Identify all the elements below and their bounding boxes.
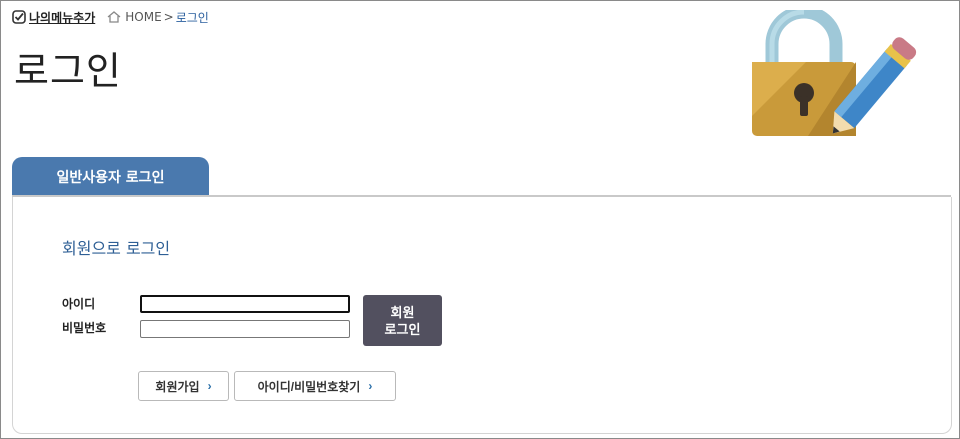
check-icon (12, 10, 26, 24)
home-icon (107, 11, 121, 23)
top-bar: 나의메뉴추가 HOME > 로그인 (12, 8, 209, 26)
tab-general-user-login[interactable]: 일반사용자 로그인 (12, 157, 209, 196)
join-button[interactable]: 회원가입 › (138, 371, 229, 401)
login-button-line1: 회원 (390, 304, 415, 320)
login-section-title: 회원으로 로그인 (62, 239, 171, 258)
lock-pencil-illustration (752, 10, 917, 136)
find-id-password-button[interactable]: 아이디/비밀번호찾기 › (234, 371, 396, 401)
add-my-menu-link[interactable]: 나의메뉴추가 (12, 9, 95, 26)
password-label: 비밀번호 (62, 321, 107, 335)
page-title: 로그인 (14, 49, 122, 93)
breadcrumb-current: 로그인 (175, 10, 209, 25)
breadcrumb-home[interactable]: HOME (125, 10, 161, 24)
chevron-right-icon: › (207, 379, 212, 393)
member-login-button[interactable]: 회원 로그인 (363, 295, 442, 346)
password-input[interactable] (140, 320, 350, 338)
id-input[interactable] (140, 295, 350, 313)
join-button-label: 회원가입 (155, 379, 200, 394)
find-button-label: 아이디/비밀번호찾기 (257, 379, 361, 394)
breadcrumb: HOME > 로그인 (107, 9, 209, 26)
chevron-right-icon: › (368, 379, 373, 393)
id-label: 아이디 (62, 297, 96, 311)
add-my-menu-label: 나의메뉴추가 (29, 10, 96, 25)
breadcrumb-separator: > (163, 10, 174, 24)
login-button-line2: 로그인 (384, 321, 421, 337)
